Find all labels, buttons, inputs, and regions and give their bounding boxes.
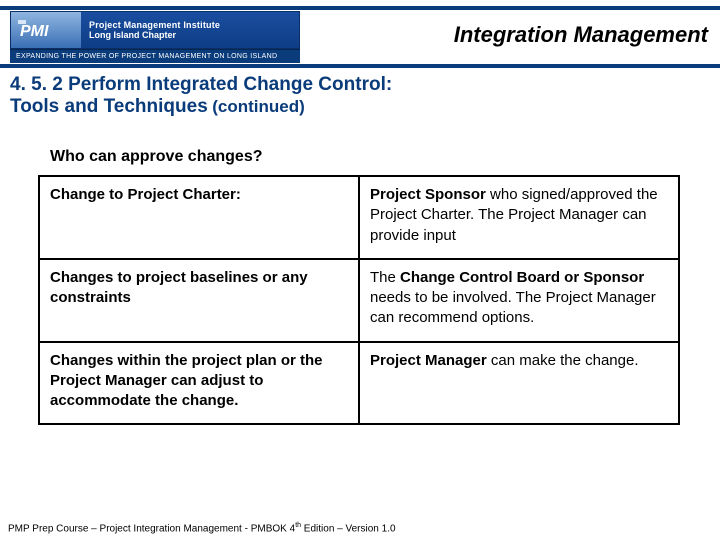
approver-pre: The bbox=[370, 269, 400, 286]
table-row: Changes within the project plan or the P… bbox=[39, 342, 679, 425]
section-number-title: 4. 5. 2 Perform Integrated Change Contro… bbox=[10, 74, 710, 96]
pmi-logo: PMI Project Management Institute Long Is… bbox=[10, 11, 300, 63]
cell-change-type: Change to Project Charter: bbox=[39, 176, 359, 259]
table-row: Change to Project Charter: Project Spons… bbox=[39, 176, 679, 259]
footer-post: Edition – Version 1.0 bbox=[301, 523, 396, 534]
approver-bold: Change Control Board or Sponsor bbox=[400, 269, 644, 286]
logo-text: Project Management Institute Long Island… bbox=[81, 18, 299, 42]
divider-top bbox=[0, 6, 720, 10]
approval-table: Change to Project Charter: Project Spons… bbox=[38, 175, 680, 425]
approver-bold: Project Manager bbox=[370, 352, 487, 369]
question-heading: Who can approve changes? bbox=[50, 148, 262, 166]
section-heading: 4. 5. 2 Perform Integrated Change Contro… bbox=[10, 74, 710, 118]
cell-change-type: Changes to project baselines or any cons… bbox=[39, 259, 359, 342]
pmi-badge-icon: PMI bbox=[11, 12, 81, 48]
footer-pre: PMP Prep Course – Project Integration Ma… bbox=[8, 523, 295, 534]
table-row: Changes to project baselines or any cons… bbox=[39, 259, 679, 342]
logo-line2: Long Island Chapter bbox=[89, 30, 291, 40]
logo-line1: Project Management Institute bbox=[89, 20, 291, 30]
approver-bold: Project Sponsor bbox=[370, 186, 486, 203]
page-title: Integration Management bbox=[454, 22, 708, 48]
approver-rest: needs to be involved. The Project Manage… bbox=[370, 289, 656, 326]
cell-change-type: Changes within the project plan or the P… bbox=[39, 342, 359, 425]
approver-rest: can make the change. bbox=[487, 352, 639, 369]
logo-tagline: EXPANDING THE POWER OF PROJECT MANAGEMEN… bbox=[10, 49, 300, 63]
cell-approver: Project Manager can make the change. bbox=[359, 342, 679, 425]
footer: PMP Prep Course – Project Integration Ma… bbox=[8, 522, 396, 534]
cell-approver: The Change Control Board or Sponsor need… bbox=[359, 259, 679, 342]
section-continued: (continued) bbox=[212, 97, 305, 116]
slide: PMI Project Management Institute Long Is… bbox=[0, 0, 720, 540]
divider-bottom bbox=[0, 64, 720, 68]
svg-text:PMI: PMI bbox=[20, 23, 49, 40]
logo-main: PMI Project Management Institute Long Is… bbox=[10, 11, 300, 49]
cell-approver: Project Sponsor who signed/approved the … bbox=[359, 176, 679, 259]
section-subtitle: Tools and Techniques bbox=[10, 96, 208, 117]
